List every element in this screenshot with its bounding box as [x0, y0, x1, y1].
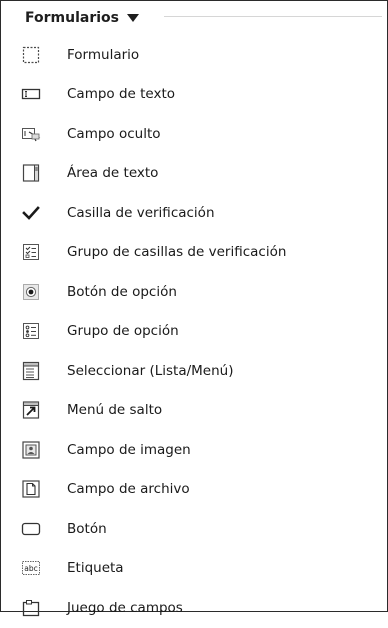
category-label: Formularios: [25, 10, 119, 26]
list-item-button[interactable]: Botón: [1, 509, 387, 549]
list-item-radio-button[interactable]: Botón de opción: [1, 272, 387, 312]
list-item-label-element[interactable]: abc Etiqueta: [1, 549, 387, 589]
list-item-fieldset[interactable]: Juego de campos: [1, 588, 387, 628]
category-dropdown[interactable]: Formularios: [25, 8, 139, 28]
image-field-icon: [22, 441, 40, 459]
list-item-label: Juego de campos: [67, 599, 183, 616]
list-item-label: Casilla de verificación: [67, 204, 215, 221]
list-item-image-field[interactable]: Campo de imagen: [1, 430, 387, 470]
text-field-icon: [21, 89, 41, 100]
checkbox-icon: [22, 205, 40, 220]
hidden-field-icon: [22, 127, 41, 142]
list-item-checkbox-group[interactable]: Grupo de casillas de verificación: [1, 233, 387, 273]
label-icon: abc: [22, 561, 40, 576]
list-item-label: Área de texto: [67, 165, 159, 182]
jump-menu-icon: [22, 401, 40, 419]
svg-text:abc: abc: [24, 564, 37, 573]
form-icon: [22, 46, 40, 63]
form-elements-list: Formulario Campo de texto Campo oculto Á…: [1, 35, 387, 628]
header-divider: [164, 16, 382, 17]
forms-insert-panel: Formularios Formulario Campo de texto Ca…: [0, 0, 388, 616]
radio-group-icon: [23, 323, 39, 340]
checkbox-group-icon: [23, 244, 39, 261]
list-item-hidden-field[interactable]: Campo oculto: [1, 114, 387, 154]
list-item-textarea[interactable]: Área de texto: [1, 154, 387, 194]
button-icon: [21, 522, 41, 535]
list-item-label: Grupo de casillas de verificación: [67, 244, 287, 261]
list-item-file-field[interactable]: Campo de archivo: [1, 470, 387, 510]
list-item-label: Menú de salto: [67, 402, 163, 419]
list-item-label: Formulario: [67, 46, 140, 63]
list-item-label: Campo de imagen: [67, 441, 191, 458]
file-field-icon: [22, 480, 40, 498]
list-item-form[interactable]: Formulario: [1, 35, 387, 75]
list-item-label: Etiqueta: [67, 560, 124, 577]
list-item-radio-group[interactable]: Grupo de opción: [1, 312, 387, 352]
select-list-icon: [22, 361, 40, 380]
list-item-jump-menu[interactable]: Menú de salto: [1, 391, 387, 431]
list-item-label: Botón: [67, 520, 107, 537]
list-item-text-field[interactable]: Campo de texto: [1, 75, 387, 115]
list-item-label: Seleccionar (Lista/Menú): [67, 362, 234, 379]
textarea-icon: [22, 164, 40, 182]
list-item-label: Botón de opción: [67, 283, 177, 300]
list-item-label: Campo oculto: [67, 125, 161, 142]
list-item-select[interactable]: Seleccionar (Lista/Menú): [1, 351, 387, 391]
list-item-label: Grupo de opción: [67, 323, 179, 340]
list-item-checkbox[interactable]: Casilla de verificación: [1, 193, 387, 233]
list-item-label: Campo de archivo: [67, 481, 190, 498]
panel-header: Formularios: [1, 1, 387, 31]
list-item-label: Campo de texto: [67, 86, 176, 103]
radio-button-icon: [23, 283, 39, 300]
fieldset-icon: [22, 599, 40, 616]
chevron-down-icon: [126, 14, 139, 22]
